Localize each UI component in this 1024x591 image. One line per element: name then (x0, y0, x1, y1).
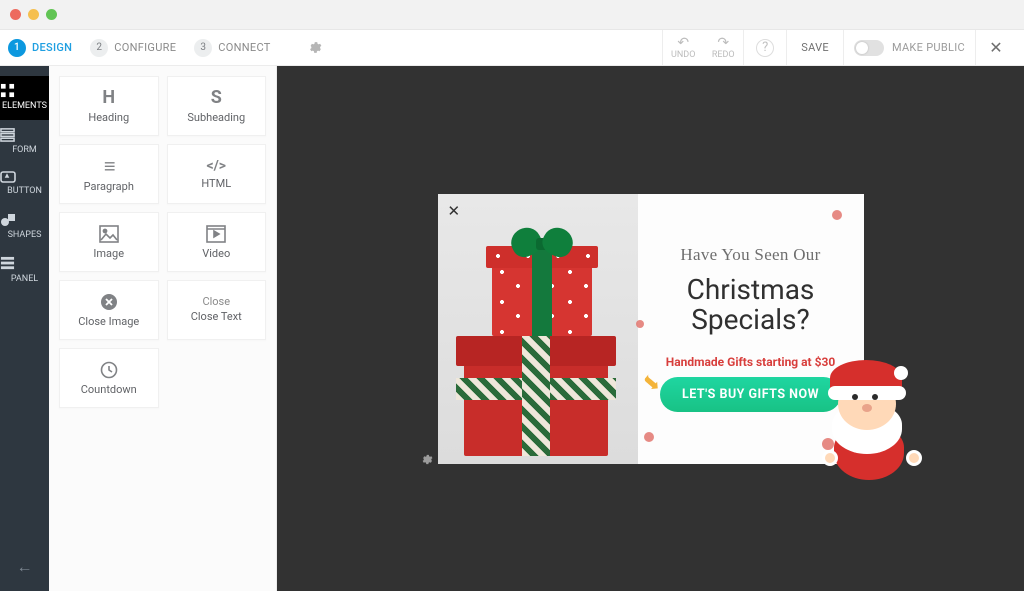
popup-preview[interactable]: ✕ Have You Seen Our Christmas Spec (438, 194, 864, 464)
close-text-top: Close (202, 295, 230, 308)
back-button[interactable]: ← (17, 543, 33, 591)
element-subheading[interactable]: S Subheading (167, 76, 267, 136)
heading-letter-icon: H (102, 89, 115, 107)
rail-item-panel[interactable]: PANEL (0, 249, 49, 293)
make-public-toggle[interactable]: MAKE PUBLIC (844, 40, 975, 56)
popup-cta-button[interactable]: LET'S BUY GIFTS NOW (660, 377, 841, 412)
subheading-letter-icon: S (211, 89, 222, 107)
element-close-text[interactable]: Close Close Text (167, 280, 267, 340)
card-label: Heading (88, 111, 129, 124)
undo-button[interactable]: ↶ UNDO (663, 30, 703, 65)
card-label: Close Image (78, 315, 139, 328)
element-html[interactable]: </> HTML (167, 144, 267, 204)
rail-label: ELEMENTS (2, 101, 47, 111)
redo-icon: ↷ (717, 36, 729, 50)
redo-label: REDO (712, 50, 735, 60)
window-close-dot[interactable] (10, 9, 21, 20)
undo-label: UNDO (671, 50, 695, 60)
undo-icon: ↶ (677, 36, 689, 50)
accent-dot-icon (644, 432, 654, 442)
popup-content-area[interactable]: Have You Seen Our Christmas Specials? Ha… (638, 194, 864, 464)
popup-close-button[interactable]: ✕ (448, 202, 461, 220)
santa-illustration-icon (824, 362, 924, 482)
popup-heading-small[interactable]: Have You Seen Our (680, 245, 820, 265)
accent-dot-icon (832, 210, 842, 220)
wizard-steps: 1 DESIGN 2 CONFIGURE 3 CONNECT (8, 39, 322, 57)
make-public-label: MAKE PUBLIC (892, 41, 965, 54)
rail-label: BUTTON (7, 186, 42, 196)
rail-label: PANEL (11, 274, 38, 284)
top-actions: ↶ UNDO ↷ REDO ? SAVE MAKE PUBLIC ✕ (662, 30, 1016, 65)
element-close-image[interactable]: Close Image (59, 280, 159, 340)
code-icon: </> (206, 159, 226, 173)
card-label: Paragraph (84, 180, 134, 193)
rail-item-button[interactable]: BUTTON (0, 164, 49, 205)
popup-heading-large[interactable]: Christmas Specials? (687, 275, 815, 336)
card-label: Countdown (81, 383, 137, 396)
grid-icon (0, 83, 49, 98)
accent-dot-icon (636, 320, 644, 328)
top-bar: 1 DESIGN 2 CONFIGURE 3 CONNECT ↶ UNDO ↷ … (0, 30, 1024, 66)
rail-item-form[interactable]: FORM (0, 120, 49, 164)
shapes-icon (0, 212, 49, 227)
design-canvas[interactable]: ✕ Have You Seen Our Christmas Spec (277, 66, 1024, 591)
element-video[interactable]: Video (167, 212, 267, 272)
step-label: CONFIGURE (114, 41, 176, 54)
step-design[interactable]: 1 DESIGN (8, 39, 72, 57)
step-number: 3 (194, 39, 212, 57)
card-label: HTML (201, 177, 231, 190)
popup-image-area[interactable] (438, 194, 638, 464)
elements-panel: H Heading S Subheading ≡ Paragraph </> H… (49, 66, 277, 591)
window-max-dot[interactable] (46, 9, 57, 20)
heading-line-2: Specials? (691, 303, 809, 336)
help-button[interactable]: ? (756, 39, 774, 57)
card-label: Video (202, 247, 230, 260)
element-heading[interactable]: H Heading (59, 76, 159, 136)
left-rail: ELEMENTS FORM BUTTON SHAPES PANEL (0, 66, 49, 591)
close-editor-button[interactable]: ✕ (976, 38, 1016, 57)
element-countdown[interactable]: Countdown (59, 348, 159, 408)
element-paragraph[interactable]: ≡ Paragraph (59, 144, 159, 204)
card-label: Close Text (191, 310, 242, 323)
popup-subtext[interactable]: Handmade Gifts starting at $30 (666, 355, 836, 369)
toggle-switch-icon (854, 40, 884, 56)
clock-icon (100, 361, 118, 379)
gift-box-bottom-icon (456, 336, 616, 456)
step-number: 1 (8, 39, 26, 57)
step-configure[interactable]: 2 CONFIGURE (90, 39, 176, 57)
popup-settings-icon[interactable] (420, 453, 433, 466)
close-circle-icon (100, 293, 118, 311)
gift-box-top-icon (486, 234, 598, 336)
step-connect[interactable]: 3 CONNECT (194, 39, 270, 57)
rail-label: SHAPES (8, 230, 42, 240)
panel-icon (0, 256, 49, 271)
image-icon (99, 225, 119, 243)
form-icon (0, 127, 49, 142)
rail-item-shapes[interactable]: SHAPES (0, 205, 49, 249)
save-button[interactable]: SAVE (787, 41, 843, 54)
paragraph-icon: ≡ (104, 156, 114, 176)
step-label: CONNECT (218, 41, 270, 54)
video-icon (206, 225, 226, 243)
heading-line-1: Christmas (687, 273, 815, 306)
step-label: DESIGN (32, 41, 72, 54)
window-titlebar (0, 0, 1024, 30)
element-image[interactable]: Image (59, 212, 159, 272)
arrow-left-icon: ← (17, 557, 33, 576)
work-area: ELEMENTS FORM BUTTON SHAPES PANEL (0, 66, 1024, 591)
card-label: Subheading (187, 111, 245, 124)
window-min-dot[interactable] (28, 9, 39, 20)
step-number: 2 (90, 39, 108, 57)
card-label: Image (93, 247, 124, 260)
rail-label: FORM (12, 145, 37, 155)
button-icon (0, 171, 49, 183)
redo-button[interactable]: ↷ REDO (703, 30, 743, 65)
rail-item-elements[interactable]: ELEMENTS (0, 76, 49, 120)
settings-gear-icon[interactable] (307, 40, 322, 55)
